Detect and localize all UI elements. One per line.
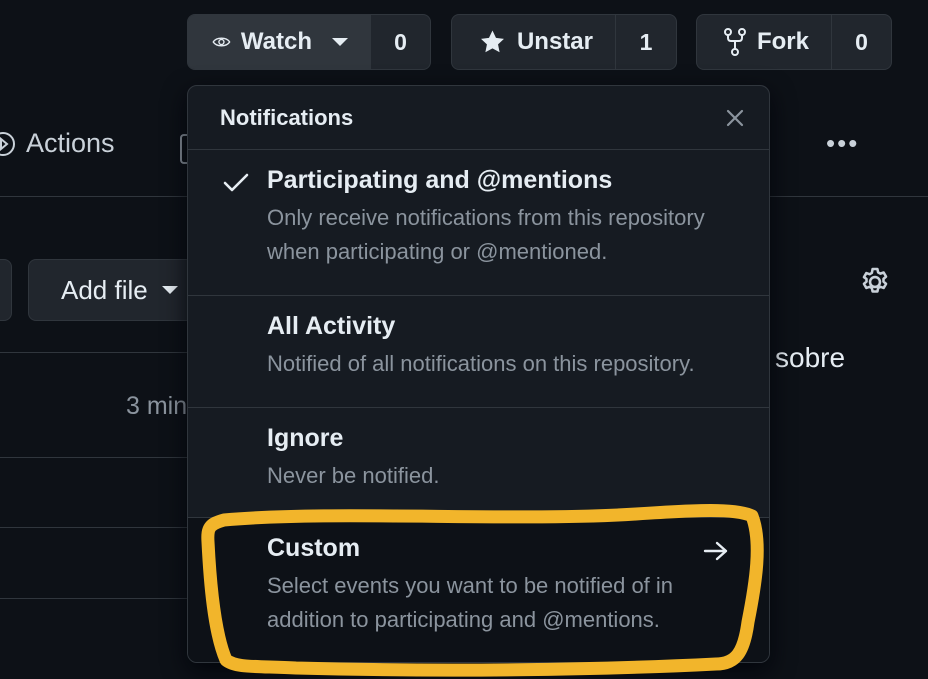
unstar-label: Unstar bbox=[516, 28, 593, 55]
menu-item-title: All Activity bbox=[267, 312, 396, 340]
watch-button-group: Watch 0 bbox=[187, 14, 431, 70]
commit-time: 3 min bbox=[126, 392, 188, 420]
arrow-right-icon bbox=[703, 541, 728, 561]
gear-icon[interactable] bbox=[858, 265, 892, 299]
close-button[interactable] bbox=[721, 104, 749, 132]
star-count[interactable]: 1 bbox=[615, 15, 676, 69]
star-button-group: Unstar 1 bbox=[451, 14, 677, 70]
notifications-dropdown: Notifications Participating and @mention… bbox=[187, 85, 770, 663]
menu-item-description: Notified of all notifications on this re… bbox=[267, 351, 695, 376]
menu-item-description: addition to participating and @mentions. bbox=[267, 607, 660, 632]
tab-actions-label: Actions bbox=[26, 128, 115, 158]
check-icon bbox=[223, 173, 249, 192]
menu-item-description: when participating or @mentioned. bbox=[267, 239, 608, 264]
watch-count[interactable]: 0 bbox=[370, 15, 430, 69]
eye-icon bbox=[212, 37, 231, 47]
close-icon bbox=[726, 109, 744, 126]
unstar-button[interactable]: Unstar bbox=[452, 15, 615, 69]
row-divider bbox=[0, 527, 190, 528]
menu-item-all-activity[interactable]: All Activity Notified of all notificatio… bbox=[188, 296, 769, 408]
row-divider bbox=[0, 352, 190, 353]
add-file-label: Add file bbox=[61, 274, 148, 305]
menu-item-description: Never be notified. bbox=[267, 463, 440, 488]
menu-item-title: Participating and @mentions bbox=[267, 166, 613, 194]
fork-label: Fork bbox=[756, 28, 809, 55]
fork-icon bbox=[723, 28, 746, 56]
menu-item-participating[interactable]: Participating and @mentions Only receive… bbox=[188, 150, 769, 296]
row-divider bbox=[0, 598, 190, 599]
dropdown-header: Notifications bbox=[188, 86, 769, 150]
star-icon bbox=[481, 30, 504, 53]
menu-item-title: Ignore bbox=[267, 424, 344, 452]
menu-item-description: Select events you want to be notified of… bbox=[267, 573, 674, 598]
branch-button[interactable] bbox=[0, 259, 12, 321]
chevron-down-icon bbox=[332, 38, 348, 46]
row-divider bbox=[0, 457, 190, 458]
dropdown-title: Notifications bbox=[220, 104, 354, 130]
menu-item-title: Custom bbox=[267, 534, 361, 562]
play-circle-icon bbox=[0, 131, 15, 156]
chevron-down-icon bbox=[161, 286, 178, 294]
watch-button[interactable]: Watch bbox=[188, 15, 370, 69]
more-menu-button[interactable]: ••• bbox=[826, 128, 859, 159]
tab-actions[interactable]: Actions bbox=[0, 128, 115, 159]
fork-button[interactable]: Fork bbox=[697, 15, 831, 69]
about-heading-fragment: sobre bbox=[775, 342, 846, 373]
fork-count[interactable]: 0 bbox=[831, 15, 891, 69]
menu-item-description: Only receive notifications from this rep… bbox=[267, 205, 705, 230]
fork-button-group: Fork 0 bbox=[696, 14, 892, 70]
menu-item-custom[interactable]: Custom Select events you want to be noti… bbox=[188, 518, 769, 662]
watch-label: Watch bbox=[240, 28, 312, 55]
menu-item-ignore[interactable]: Ignore Never be notified. bbox=[188, 408, 769, 518]
